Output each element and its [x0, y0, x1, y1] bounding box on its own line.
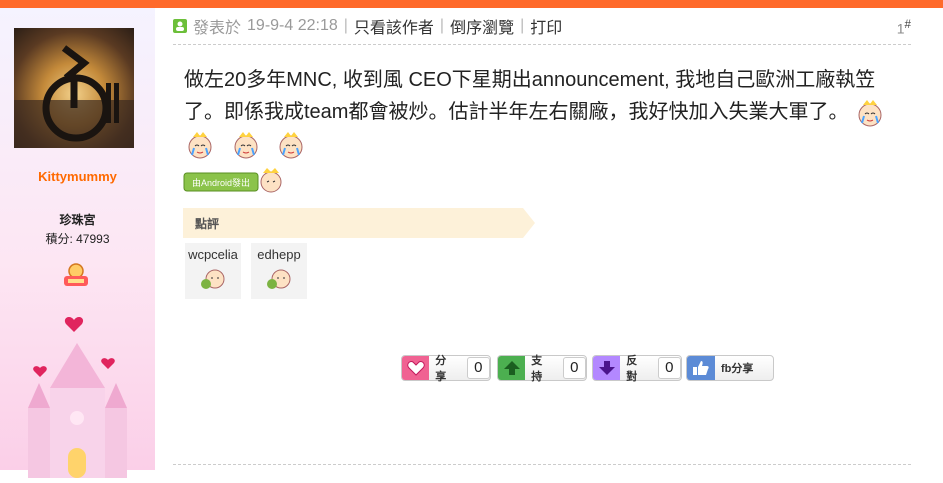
print-link[interactable]: 打印: [530, 14, 562, 38]
share-button[interactable]: 分享 0: [401, 355, 491, 383]
post-content: 做左20多年MNC, 收到風 CEO下星期出announcement, 我地自己…: [184, 64, 904, 160]
oppose-count: 0: [657, 357, 681, 379]
divider: |: [439, 17, 445, 34]
footer-divider: [173, 464, 911, 465]
divider: |: [343, 17, 348, 34]
post-text: 做左20多年MNC, 收到風 CEO下星期出announcement, 我地自己…: [184, 69, 876, 123]
avatar[interactable]: [14, 28, 134, 148]
rater-card[interactable]: edhepp: [251, 243, 307, 299]
oppose-button[interactable]: 反對 0: [592, 355, 682, 383]
rater-name: wcpcelia: [188, 247, 238, 262]
medal-icon: [62, 262, 90, 288]
rater-avatar-icon: [201, 269, 225, 289]
crying-emoji-icon: [184, 130, 216, 160]
posted-time: 19-9-4 22:18: [247, 17, 338, 34]
author-group: 珍珠宮: [59, 213, 96, 227]
floor-number[interactable]: 1#: [897, 18, 911, 37]
post-main: 發表於 19-9-4 22:18 | 只看該作者 | 倒序瀏覽 | 打印 1# …: [155, 8, 943, 470]
only-author-link[interactable]: 只看該作者: [354, 14, 434, 38]
online-status-icon: [173, 19, 187, 33]
fb-share-button[interactable]: fb分享: [686, 355, 774, 381]
divider: |: [520, 17, 525, 34]
rating-title: 點評: [195, 217, 220, 231]
android-badge[interactable]: 由Android發出: [183, 168, 289, 196]
thumbs-up-icon: [687, 356, 715, 380]
crying-emoji-icon: [854, 98, 886, 128]
crying-emoji-icon: [275, 130, 307, 160]
author-username[interactable]: Kittymummy: [0, 169, 155, 184]
arrow-down-icon: [593, 356, 621, 380]
castle-decoration-icon: [10, 308, 145, 478]
reverse-order-link[interactable]: 倒序瀏覽: [450, 14, 514, 38]
support-button[interactable]: 支持 0: [497, 355, 587, 383]
arrow-up-icon: [498, 356, 526, 380]
support-count: 0: [562, 357, 586, 379]
rater-avatar-icon: [267, 269, 291, 289]
author-sidebar: Kittymummy 珍珠宮 積分: 47993: [0, 8, 155, 478]
rater-name: edhepp: [257, 247, 301, 262]
rater-card[interactable]: wcpcelia: [185, 243, 241, 299]
header-divider: [173, 44, 911, 45]
share-count: 0: [466, 357, 490, 379]
posted-label: 發表於: [193, 20, 242, 37]
post-header: 發表於 19-9-4 22:18 | 只看該作者 | 倒序瀏覽 | 打印: [173, 14, 562, 38]
author-points: 積分: 47993: [45, 232, 110, 246]
rating-header-banner: [183, 208, 535, 238]
heart-icon: [402, 356, 430, 380]
crying-emoji-icon: [230, 130, 262, 160]
android-badge-label: 由Android發出: [192, 177, 250, 188]
top-accent-bar: [0, 0, 943, 8]
